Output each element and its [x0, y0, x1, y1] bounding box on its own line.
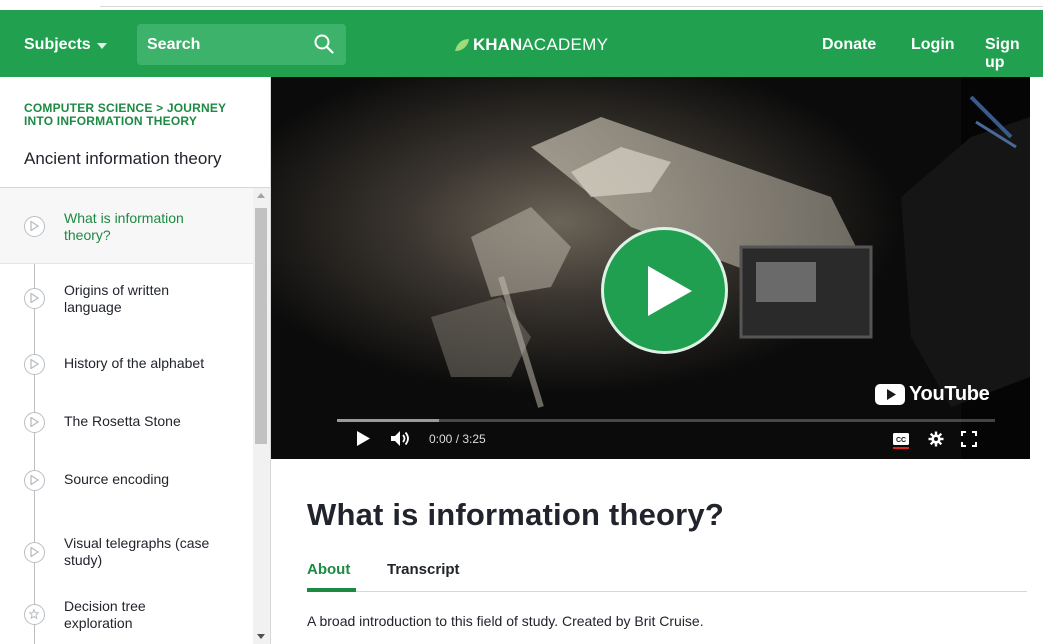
leaf-icon [455, 39, 469, 51]
youtube-label: YouTube [909, 383, 990, 405]
tab-about[interactable]: About [307, 561, 350, 578]
video-description: A broad introduction to this field of st… [307, 613, 704, 629]
youtube-icon [875, 384, 905, 405]
scroll-up-arrow-icon[interactable] [257, 193, 265, 198]
lesson-label: The Rosetta Stone [64, 413, 181, 429]
donate-link[interactable]: Donate [822, 36, 876, 54]
lesson-item-source-encoding[interactable]: Source encoding [0, 450, 253, 508]
play-icon[interactable] [357, 431, 370, 446]
search-icon[interactable] [313, 33, 335, 55]
play-icon [24, 288, 45, 309]
lesson-list: What is information theory? Origins of w… [0, 188, 253, 644]
lesson-item-visual-telegraphs[interactable]: Visual telegraphs (case study) [0, 508, 253, 576]
active-tab-indicator [307, 588, 356, 592]
video-progress-fill [337, 419, 439, 422]
play-icon [24, 470, 45, 491]
search-input[interactable] [147, 35, 307, 55]
settings-gear-icon[interactable] [928, 431, 944, 447]
search-box[interactable] [137, 24, 346, 65]
subjects-label: Subjects [24, 36, 91, 53]
time-current: 0:00 [429, 432, 453, 446]
youtube-logo[interactable]: YouTube [875, 383, 990, 406]
lesson-item-decision-tree-exploration[interactable]: Decision tree exploration [0, 576, 253, 644]
scroll-thumb[interactable] [255, 208, 267, 444]
svg-text:CC: CC [896, 437, 906, 444]
lesson-item-what-is-information-theory[interactable]: What is information theory? [0, 188, 253, 264]
scroll-down-arrow-icon[interactable] [257, 634, 265, 639]
chevron-down-icon [96, 43, 107, 49]
tab-transcript[interactable]: Transcript [387, 561, 460, 578]
volume-icon[interactable] [391, 431, 413, 446]
play-icon [24, 354, 45, 375]
signup-link[interactable]: Sign up [985, 36, 1043, 72]
lesson-item-the-rosetta-stone[interactable]: The Rosetta Stone [0, 392, 253, 450]
video-progress-bar[interactable] [337, 419, 995, 422]
captions-icon[interactable]: CC [892, 431, 910, 449]
subjects-menu-button[interactable]: Subjects [24, 36, 107, 54]
lesson-label: Decision tree exploration [64, 598, 146, 631]
tab-transcript-label: Transcript [387, 561, 460, 578]
content-tabs: About Transcript [307, 559, 1027, 592]
video-timecode: 0:00 / 3:25 [429, 432, 486, 446]
khan-academy-logo[interactable]: KHAN ACADEMY [454, 35, 608, 55]
logo-text-bold: KHAN [473, 35, 523, 54]
lesson-item-origins-of-written-language[interactable]: Origins of written language [0, 264, 253, 334]
lesson-label: What is information theory? [64, 210, 184, 243]
login-link[interactable]: Login [911, 36, 955, 54]
play-icon [24, 216, 45, 237]
breadcrumb-line-2: INTO INFORMATION THEORY [24, 114, 198, 128]
top-divider [100, 6, 1043, 7]
tab-about-label: About [307, 561, 351, 578]
fullscreen-icon[interactable] [961, 431, 977, 447]
lesson-label: Source encoding [64, 471, 170, 487]
play-icon [648, 266, 692, 316]
logo-text-light: ACADEMY [522, 35, 609, 54]
star-icon [24, 604, 45, 625]
lesson-sidebar: COMPUTER SCIENCE > JOURNEY INTO INFORMAT… [0, 77, 271, 644]
top-bar: Subjects KHANACADEMY Donate Login Sign u… [0, 0, 1043, 77]
page-title: What is information theory? [307, 497, 725, 532]
unit-title: Ancient information theory [24, 149, 222, 168]
play-button[interactable] [601, 227, 728, 354]
lesson-label: Origins of written language [64, 282, 170, 315]
sidebar-scrollbar[interactable] [253, 188, 270, 644]
time-total: 3:25 [462, 432, 486, 446]
lesson-label: Visual telegraphs (case study) [64, 535, 210, 568]
play-icon [24, 412, 45, 433]
lesson-item-history-of-the-alphabet[interactable]: History of the alphabet [0, 334, 253, 392]
breadcrumb[interactable]: COMPUTER SCIENCE > JOURNEY INTO INFORMAT… [24, 102, 254, 128]
play-icon [24, 542, 45, 563]
video-player[interactable]: YouTube 0:00 / 3:25 CC [271, 77, 1030, 459]
lesson-label: History of the alphabet [64, 355, 205, 371]
